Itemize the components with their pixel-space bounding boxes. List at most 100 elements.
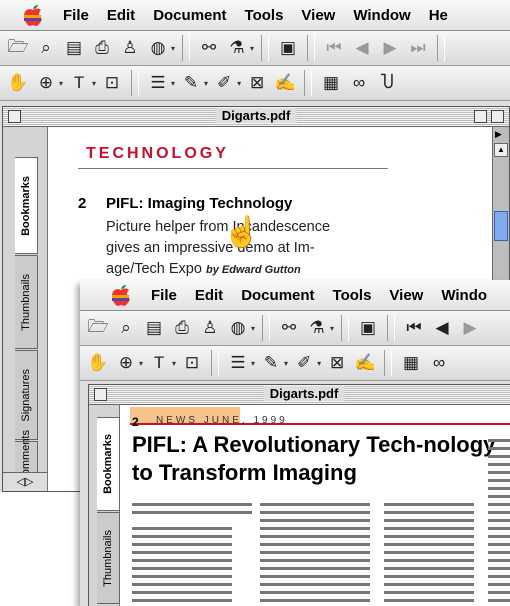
prev-page-icon[interactable]: ◀ — [350, 36, 374, 60]
apple-icon[interactable] — [108, 282, 134, 308]
chevron-down-icon[interactable]: ▾ — [139, 359, 143, 368]
link-icon[interactable]: ∞ — [347, 71, 371, 95]
note-icon[interactable]: ☰ — [226, 351, 250, 375]
open-icon[interactable]: 🗁 — [6, 36, 30, 60]
chevron-down-icon[interactable]: ▾ — [204, 79, 208, 88]
document-page[interactable]: 2 NEWS JUNE, 1999 PIFL: A Revolutionary … — [120, 405, 510, 606]
chevron-down-icon[interactable]: ▾ — [251, 324, 255, 333]
hand-icon[interactable]: ✋ — [86, 351, 110, 375]
last-page-icon[interactable]: ⏭ — [406, 36, 430, 60]
print-icon[interactable]: ⎙ — [90, 36, 114, 60]
menu-tools[interactable]: Tools — [236, 7, 293, 24]
chevron-down-icon[interactable]: ▾ — [251, 359, 255, 368]
menu-edit[interactable]: Edit — [186, 287, 232, 304]
zoom-box-icon[interactable] — [474, 110, 487, 123]
menu-document[interactable]: Document — [232, 287, 323, 304]
tab-bookmarks[interactable]: Bookmarks — [97, 417, 120, 511]
chevron-down-icon[interactable]: ▾ — [317, 359, 321, 368]
touchup-icon[interactable]: Ⴎ — [375, 71, 399, 95]
text-placeholder-line — [488, 487, 510, 490]
layout-icon[interactable]: ▣ — [276, 36, 300, 60]
stamp-icon[interactable]: ⊠ — [245, 71, 269, 95]
apple-icon[interactable] — [20, 2, 46, 28]
link-icon[interactable]: ∞ — [427, 351, 451, 375]
signature-icon[interactable]: ✍ — [353, 351, 377, 375]
stamp-icon[interactable]: ♙ — [198, 316, 222, 340]
film-icon[interactable]: ▦ — [319, 71, 343, 95]
next-page-icon[interactable]: ▶ — [378, 36, 402, 60]
file-toolbar: 🗁 ⌕ ▤ ⎙ ♙ ◍ ▾ ⚯ ⚗ ▾ ▣ ⏮ ◀ ▶ ⏭ — [0, 31, 510, 66]
globe-icon[interactable]: ◍ — [146, 36, 170, 60]
menu-edit[interactable]: Edit — [98, 7, 144, 24]
zoom-icon[interactable]: ⊕ — [114, 351, 138, 375]
binoculars-icon[interactable]: ⚯ — [197, 36, 221, 60]
tab-comments[interactable]: Comments — [15, 430, 38, 484]
chevron-down-icon[interactable]: ▾ — [59, 79, 63, 88]
crop-icon[interactable]: ⊡ — [100, 71, 124, 95]
text-select-icon[interactable]: T — [67, 71, 91, 95]
menu-file[interactable]: File — [142, 287, 186, 304]
collapse-box-icon[interactable] — [491, 110, 504, 123]
signature-icon[interactable]: ✍ — [273, 71, 297, 95]
tab-thumbnails[interactable]: Thumbnails — [97, 512, 120, 604]
stamp-icon[interactable]: ⊠ — [325, 351, 349, 375]
menu-window[interactable]: Windo — [432, 287, 496, 304]
menu-window[interactable]: Window — [344, 7, 419, 24]
menu-document[interactable]: Document — [144, 7, 235, 24]
layout-icon[interactable]: ▣ — [356, 316, 380, 340]
crop-icon[interactable]: ⊡ — [180, 351, 204, 375]
chevron-down-icon[interactable]: ▾ — [171, 44, 175, 53]
binoculars-icon[interactable]: ⚯ — [277, 316, 301, 340]
first-page-icon[interactable]: ⏮ — [322, 36, 346, 60]
stamp-icon[interactable]: ♙ — [118, 36, 142, 60]
save-icon[interactable]: ▤ — [62, 36, 86, 60]
first-page-icon[interactable]: ⏮ — [402, 316, 426, 340]
find-icon[interactable]: ⚗ — [305, 316, 329, 340]
close-box-icon[interactable] — [94, 388, 107, 401]
tab-thumbnails[interactable]: Thumbnails — [15, 255, 38, 349]
note-icon[interactable]: ☰ — [146, 71, 170, 95]
window-titlebar[interactable]: Digarts.pdf — [89, 385, 510, 405]
search-icon[interactable]: ⌕ — [114, 316, 138, 340]
next-page-icon[interactable]: ▶ — [458, 316, 482, 340]
save-icon[interactable]: ▤ — [142, 316, 166, 340]
find-icon[interactable]: ⚗ — [225, 36, 249, 60]
chevron-down-icon[interactable]: ▾ — [237, 79, 241, 88]
zoom-icon[interactable]: ⊕ — [34, 71, 58, 95]
print-icon[interactable]: ⎙ — [170, 316, 194, 340]
text-placeholder-line — [260, 599, 370, 602]
tab-bookmarks[interactable]: Bookmarks — [15, 157, 38, 254]
pencil-icon[interactable]: ✎ — [259, 351, 283, 375]
prev-page-icon[interactable]: ◀ — [430, 316, 454, 340]
globe-icon[interactable]: ◍ — [226, 316, 250, 340]
text-placeholder-line — [384, 519, 474, 522]
menu-view[interactable]: View — [292, 7, 344, 24]
toolbar-separator — [182, 35, 191, 61]
menu-view[interactable]: View — [380, 287, 432, 304]
scroll-thumb[interactable] — [494, 211, 508, 241]
tab-signatures[interactable]: Signatures — [15, 350, 38, 440]
highlighter-icon[interactable]: ✐ — [212, 71, 236, 95]
chevron-down-icon[interactable]: ▾ — [330, 324, 334, 333]
highlighter-icon[interactable]: ✐ — [292, 351, 316, 375]
chevron-down-icon[interactable]: ▾ — [172, 359, 176, 368]
scroll-up-icon[interactable]: ▲ — [494, 143, 508, 157]
text-placeholder-line — [488, 591, 510, 594]
chevron-down-icon[interactable]: ▾ — [284, 359, 288, 368]
chevron-down-icon[interactable]: ▾ — [171, 79, 175, 88]
chevron-down-icon[interactable]: ▾ — [92, 79, 96, 88]
search-icon[interactable]: ⌕ — [34, 36, 58, 60]
hand-icon[interactable]: ✋ — [6, 71, 30, 95]
pane-resize-icon[interactable]: ◁▷ — [3, 472, 47, 491]
film-icon[interactable]: ▦ — [399, 351, 423, 375]
pencil-icon[interactable]: ✎ — [179, 71, 203, 95]
chevron-down-icon[interactable]: ▾ — [250, 44, 254, 53]
menu-file[interactable]: File — [54, 7, 98, 24]
close-box-icon[interactable] — [8, 110, 21, 123]
menu-tools[interactable]: Tools — [324, 287, 381, 304]
text-select-icon[interactable]: T — [147, 351, 171, 375]
open-icon[interactable]: 🗁 — [86, 316, 110, 340]
menu-help[interactable]: He — [420, 7, 457, 24]
window-titlebar[interactable]: Digarts.pdf — [3, 107, 509, 127]
toolbar-separator — [387, 315, 396, 341]
